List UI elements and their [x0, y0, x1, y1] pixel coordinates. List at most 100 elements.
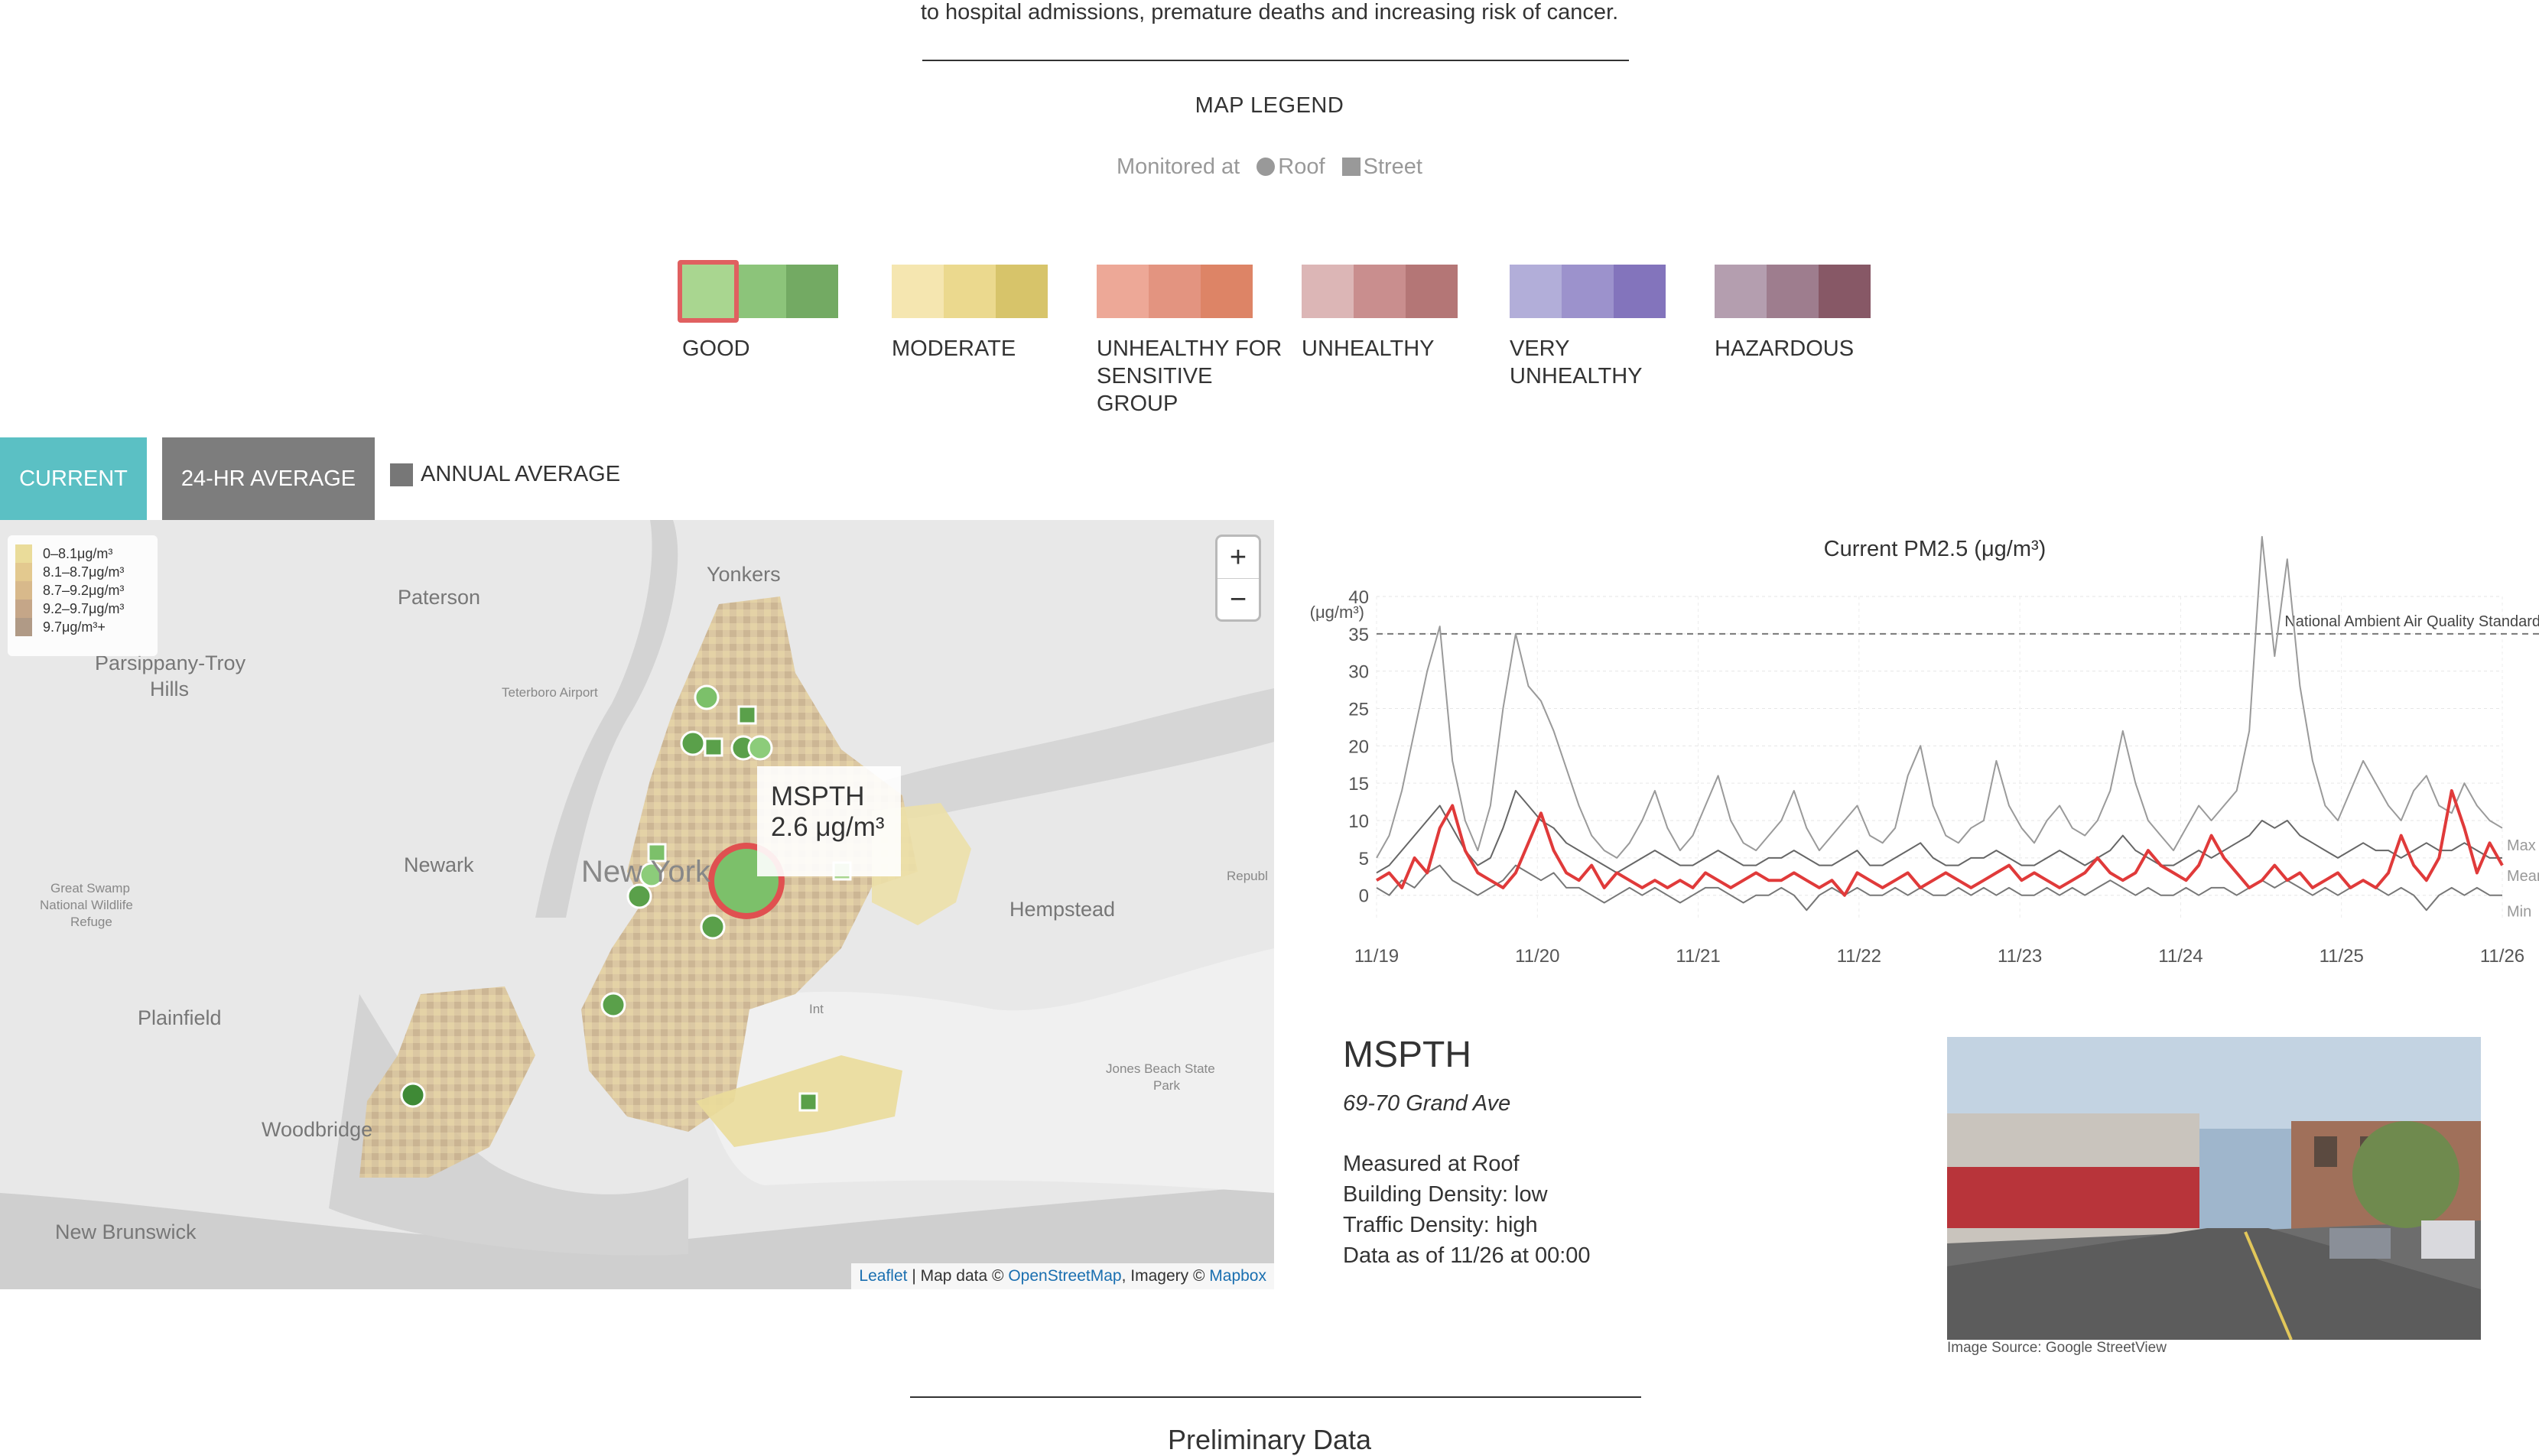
map-label-hempstead: Hempstead	[1009, 898, 1116, 921]
aqi-swatch[interactable]	[1510, 265, 1562, 318]
aqi-category-3[interactable]: UNHEALTHY	[1302, 265, 1485, 362]
aqi-swatches	[1097, 265, 1296, 318]
imagery-label: Imagery ©	[1130, 1267, 1205, 1285]
tab-24hr-average[interactable]: 24-HR AVERAGE	[162, 437, 375, 520]
aqi-swatch[interactable]	[1767, 265, 1819, 318]
aqi-swatches	[1510, 265, 1693, 318]
osm-link[interactable]: OpenStreetMap	[1008, 1267, 1121, 1285]
map-label-jones-beach-2: Park	[1153, 1078, 1180, 1093]
map-legend-swatch	[15, 618, 32, 636]
x-tick-label: 11/21	[1676, 946, 1720, 967]
map-legend-row: 9.7μg/m³+	[15, 618, 150, 636]
map-label-hills: Hills	[150, 678, 189, 700]
map-label-great-swamp-1: Great Swamp	[50, 881, 130, 895]
aqi-category-label: VERY UNHEALTHY	[1510, 336, 1643, 388]
y-tick-label: 25	[1348, 700, 1369, 720]
zoom-out-button[interactable]: −	[1217, 579, 1259, 620]
zoom-control: + −	[1217, 537, 1259, 619]
aqi-category-label: UNHEALTHY FOR SENSITIVE GROUP	[1097, 336, 1283, 416]
aqi-swatch[interactable]	[734, 265, 786, 318]
aqi-category-2[interactable]: UNHEALTHY FOR SENSITIVE GROUP	[1097, 265, 1296, 418]
series-line-min	[1376, 864, 2502, 912]
aqi-swatches	[892, 265, 1075, 318]
x-tick-label: 11/22	[1837, 946, 1881, 967]
roof-circle-icon	[1256, 158, 1276, 176]
map-legend-row: 8.1–8.7μg/m³	[15, 563, 150, 581]
aqi-swatch[interactable]	[944, 265, 996, 318]
station-data-as-of: Data as of 11/26 at 00:00	[1343, 1243, 1591, 1268]
image-source-caption: Image Source: Google StreetView	[1947, 1340, 2167, 1356]
min-label: Min	[2507, 904, 2531, 921]
map-label-new-york: New York	[581, 855, 710, 889]
street-view-image	[1947, 1037, 2481, 1340]
monitored-at-legend: Monitored at Roof Street	[0, 154, 2539, 180]
y-tick-label: 10	[1348, 811, 1369, 832]
map-label-great-swamp-2: National Wildlife	[40, 898, 133, 912]
monitored-at-label: Monitored at	[1117, 154, 1240, 179]
x-tick-label: 11/24	[2158, 946, 2203, 967]
mean-label: Mean	[2507, 868, 2539, 885]
map-legend-title: MAP LEGEND	[1195, 93, 1344, 118]
series-line-max	[1376, 535, 2503, 859]
annual-average-label: ANNUAL AVERAGE	[421, 462, 621, 486]
map-concentration-legend: 0–8.1μg/m³ 8.1–8.7μg/m³ 8.7–9.2μg/m³ 9.2–9.…	[8, 535, 158, 656]
aqi-swatch[interactable]	[1819, 265, 1871, 318]
y-axis-label: (μg/m³)	[1310, 603, 1364, 622]
zoom-in-button[interactable]: +	[1217, 537, 1259, 579]
map-legend-row: 9.2–9.7μg/m³	[15, 600, 150, 618]
aqi-swatch[interactable]	[1715, 265, 1767, 318]
map-label-new-brunswick: New Brunswick	[55, 1220, 197, 1243]
map-legend-label: 9.7μg/m³+	[43, 619, 106, 635]
aqi-swatch[interactable]	[1149, 265, 1201, 318]
aqi-category-5[interactable]: HAZARDOUS	[1715, 265, 1898, 362]
aqi-swatch[interactable]	[1562, 265, 1614, 318]
map-legend-swatch	[15, 563, 32, 581]
street-square-icon	[1341, 158, 1361, 176]
max-label: Max	[2507, 837, 2536, 854]
tab-current[interactable]: CURRENT	[0, 437, 147, 520]
x-tick-label: 11/23	[1998, 946, 2042, 967]
station-tooltip: MSPTH 2.6 μg/m³	[757, 766, 901, 876]
y-tick-label: 0	[1359, 886, 1369, 907]
aqi-swatch[interactable]	[1201, 265, 1253, 318]
aqi-category-4[interactable]: VERY UNHEALTHY	[1510, 265, 1693, 390]
aqi-category-0[interactable]: GOOD	[678, 260, 866, 362]
aqi-swatch[interactable]	[996, 265, 1048, 318]
aqi-swatch[interactable]	[1302, 265, 1354, 318]
station-name: MSPTH	[1343, 1035, 1471, 1075]
annual-average-checkbox[interactable]	[390, 463, 413, 486]
aqi-swatch[interactable]	[892, 265, 944, 318]
pm25-map[interactable]: Yonkers Paterson Parsippany-Troy Hills T…	[0, 520, 1274, 1289]
map-legend-swatch	[15, 544, 32, 563]
aqi-swatch[interactable]	[1354, 265, 1406, 318]
roof-label: Roof	[1278, 154, 1325, 179]
station-traffic-density: Traffic Density: high	[1343, 1213, 1538, 1237]
selected-swatch-frame	[678, 260, 739, 323]
divider-top	[922, 60, 1629, 61]
map-label-newark: Newark	[404, 853, 474, 876]
map-legend-row: 0–8.1μg/m³	[15, 544, 150, 563]
mapbox-link[interactable]: Mapbox	[1209, 1267, 1266, 1285]
leaflet-link[interactable]: Leaflet	[859, 1267, 907, 1285]
y-tick-label: 15	[1348, 774, 1369, 795]
station-info: MSPTH 69-70 Grand Ave Measured at Roof B…	[1343, 1034, 1591, 1271]
map-label-paterson: Paterson	[398, 586, 481, 609]
station-building-density: Building Density: low	[1343, 1182, 1548, 1207]
map-label-teterboro: Teterboro Airport	[502, 685, 598, 700]
pm25-line-chart[interactable]: 0510152025303540(μg/m³)11/19 11/20 11/21 11…	[1300, 520, 2539, 979]
aqi-swatch[interactable]	[786, 265, 838, 318]
map-legend-swatch	[15, 581, 32, 600]
naaqs-reference-label: National Ambient Air Quality Standard	[2284, 613, 2539, 630]
tab-annual-average[interactable]: ANNUAL AVERAGE	[390, 462, 620, 487]
aqi-category-1[interactable]: MODERATE	[892, 265, 1075, 362]
aqi-swatches	[1302, 265, 1485, 318]
aqi-swatch[interactable]	[1614, 265, 1666, 318]
map-label-plainfield: Plainfield	[138, 1006, 222, 1029]
aqi-swatch[interactable]	[1406, 265, 1458, 318]
aqi-swatch[interactable]	[1097, 265, 1149, 318]
map-data-label: Map data ©	[920, 1267, 1004, 1285]
y-tick-label: 35	[1348, 625, 1369, 645]
x-tick-label: 11/26	[2480, 946, 2524, 967]
map-attribution: Leaflet | Map data © OpenStreetMap, Imag…	[851, 1263, 1274, 1289]
street-label: Street	[1363, 154, 1422, 179]
